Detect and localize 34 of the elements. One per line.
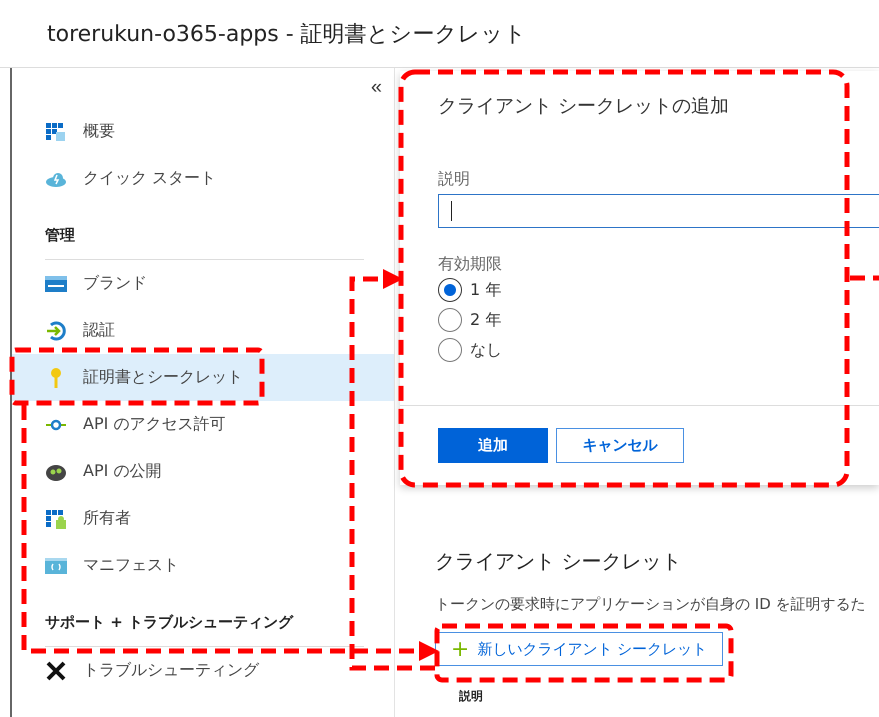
sidebar-item[interactable]: API のアクセス許可 <box>12 401 394 448</box>
sidebar-item[interactable]: 証明書とシークレット <box>12 354 394 401</box>
sign-in-icon <box>45 320 67 342</box>
collapse-button[interactable]: « <box>366 76 386 98</box>
grid-person-icon <box>45 508 67 530</box>
section-title: クライアント シークレット <box>435 548 682 575</box>
field-label: 説明 <box>438 169 471 190</box>
field-label: 有効期限 <box>438 254 503 275</box>
cancel-button[interactable]: キャンセル <box>556 428 684 463</box>
section-heading: 管理 <box>44 225 76 246</box>
radio-button[interactable] <box>438 278 462 302</box>
add-button[interactable]: 追加 <box>438 428 548 463</box>
section-heading: サポート + トラブルシューティング <box>44 612 294 633</box>
sidebar-item[interactable]: ブランド <box>12 260 394 307</box>
section-description: トークンの要求時にアプリケーションが自身の ID を証明するた <box>435 595 867 614</box>
sidebar-item[interactable]: トラブルシューティング <box>12 647 394 694</box>
new-secret-button[interactable]: + 新しいクライアント シークレット <box>435 632 723 666</box>
sidebar-item[interactable]: 所有者 <box>12 495 394 542</box>
radio-button[interactable] <box>438 338 462 362</box>
sidebar-item[interactable]: 概要 <box>12 108 394 155</box>
grid-icon <box>45 120 67 142</box>
dialog-title: クライアント シークレットの追加 <box>438 94 730 119</box>
sidebar-item[interactable]: 認証 <box>12 307 394 354</box>
option-label: 2 年 <box>470 310 502 330</box>
radio-button[interactable] <box>438 308 462 332</box>
option-label: 1 年 <box>470 280 502 300</box>
connector-line <box>850 276 879 280</box>
column-header: 説明 <box>459 688 484 705</box>
window-title: torerukun-o365-apps - 証明書とシークレット <box>47 20 527 48</box>
description-field[interactable] <box>438 194 879 228</box>
sidebar-item[interactable]: API の公開 <box>12 448 394 495</box>
sidebar-item[interactable]: クイック スタート <box>12 155 394 202</box>
option-label: なし <box>470 340 502 360</box>
sidebar-item[interactable]: マニフェスト <box>12 542 394 589</box>
